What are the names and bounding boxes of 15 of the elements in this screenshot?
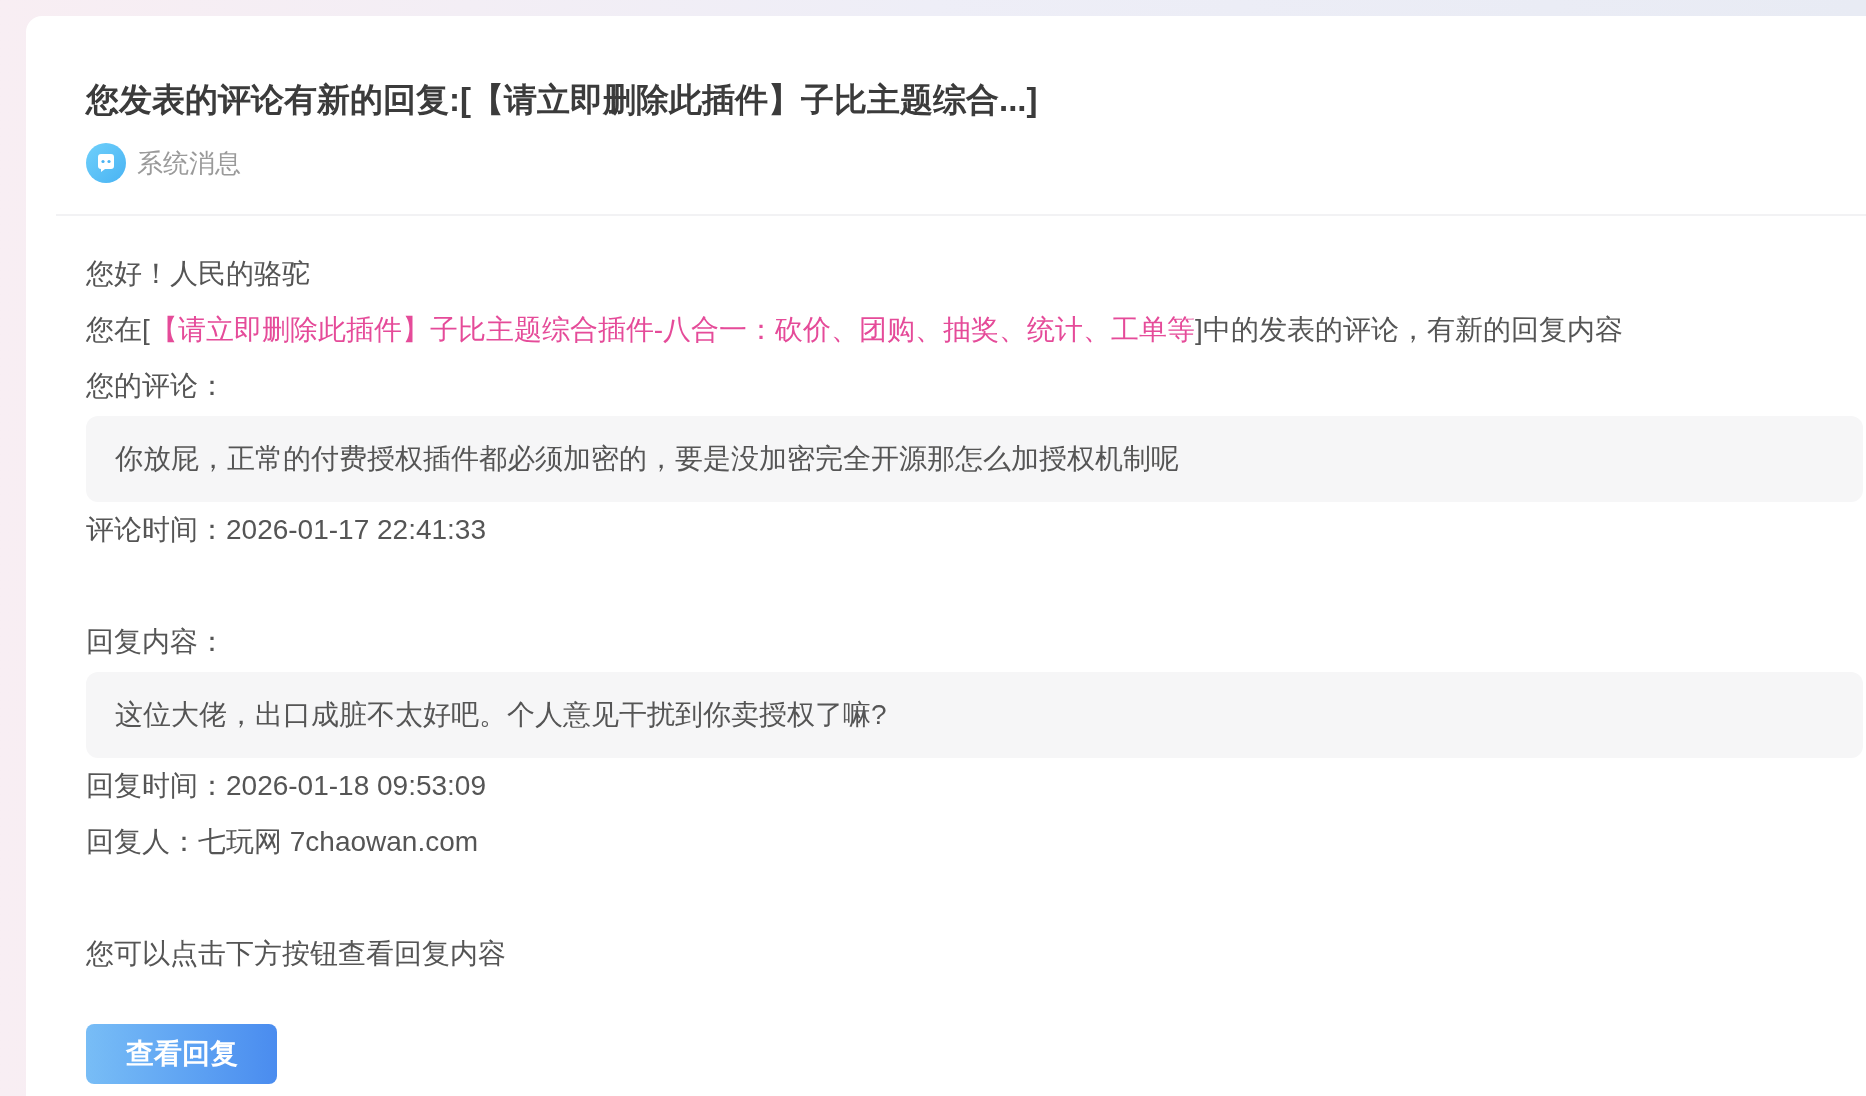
- hint-text: 您可以点击下方按钮查看回复内容: [86, 937, 506, 971]
- chat-bubble-icon: [86, 143, 126, 183]
- replier-text: 回复人：七玩网 7chaowan.com: [86, 825, 479, 859]
- comment-quote: 你放屁，正常的付费授权插件都必须加密的，要是没加密完全开源那怎么加授权机制呢: [86, 416, 1863, 502]
- greeting-text: 您好！人民的骆驼: [86, 257, 310, 291]
- comment-label: 您的评论：: [86, 369, 226, 403]
- message-title: 您发表的评论有新的回复:[【请立即删除此插件】子比主题综合...]: [86, 80, 1038, 120]
- intro-text: 您在[【请立即删除此插件】子比主题综合插件-八合一：砍价、团购、抽奖、统计、工单等]中的发表的评论，有新的回复内容: [86, 313, 1623, 347]
- reply-quote: 这位大佬，出口成脏不太好吧。个人意见干扰到你卖授权了嘛?: [86, 672, 1863, 758]
- post-link[interactable]: 【请立即删除此插件】子比主题综合插件-八合一：砍价、团购、抽奖、统计、工单等: [149, 314, 1196, 345]
- reply-time: 回复时间：2026-01-18 09:53:09: [86, 769, 486, 803]
- comment-time: 评论时间：2026-01-17 22:41:33: [86, 513, 486, 547]
- reply-label: 回复内容：: [86, 625, 226, 659]
- view-reply-button[interactable]: 查看回复: [86, 1024, 277, 1084]
- source-label: 系统消息: [137, 147, 241, 180]
